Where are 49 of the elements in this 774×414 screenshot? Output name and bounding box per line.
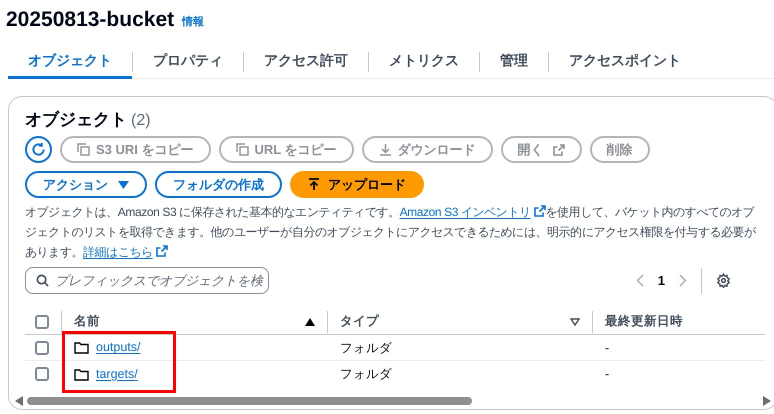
upload-icon bbox=[308, 178, 320, 191]
external-link-icon bbox=[552, 144, 565, 156]
page-number[interactable]: 1 bbox=[658, 270, 665, 290]
upload-button[interactable]: アップロード bbox=[290, 171, 424, 198]
horizontal-scrollbar[interactable] bbox=[15, 395, 771, 407]
next-page-icon[interactable] bbox=[679, 274, 687, 287]
external-link-icon bbox=[534, 205, 546, 217]
column-header[interactable]: 名前 bbox=[74, 312, 100, 331]
modified-cell: - bbox=[605, 367, 610, 381]
download-icon bbox=[378, 143, 392, 156]
help-link[interactable]: 詳細はこちら bbox=[83, 245, 168, 259]
checkbox[interactable] bbox=[35, 367, 49, 381]
tab[interactable]: 管理 bbox=[480, 46, 548, 78]
previous-page-icon[interactable] bbox=[636, 274, 644, 287]
column-header[interactable]: 最終更新日時 bbox=[605, 312, 683, 331]
modified-cell: - bbox=[605, 340, 610, 354]
column-header[interactable]: タイプ bbox=[340, 312, 379, 331]
folder-icon bbox=[74, 341, 89, 354]
type-cell: フォルダ bbox=[340, 340, 392, 354]
caret-icon bbox=[118, 180, 129, 188]
copy-icon bbox=[77, 143, 90, 156]
object-count: (2) bbox=[131, 111, 151, 131]
settings-icon[interactable] bbox=[716, 273, 731, 288]
scroll-left-icon[interactable] bbox=[15, 396, 23, 406]
refresh-icon bbox=[31, 142, 46, 157]
folder-link[interactable]: targets/ bbox=[96, 364, 138, 384]
info-link[interactable]: 情報 bbox=[182, 14, 204, 30]
description-text: オブジェクトは、Amazon S3 に保存された基本的なエンティティです。Amazon S3 インベントリ を使用して、バケット内のすべてのオブジェクトのリストを取得できます。他のユーザーが自分のオブジェクトにアクセスできるためには、明示的にアクセス権限を付与する必要があります。詳細はこちら bbox=[25, 204, 757, 261]
create-folder-button[interactable]: フォルダの作成 bbox=[155, 171, 282, 198]
refresh-button[interactable] bbox=[25, 136, 52, 163]
folder-link[interactable]: outputs/ bbox=[96, 338, 140, 357]
type-cell: フォルダ bbox=[340, 367, 392, 381]
search-field[interactable]: プレフィックスでオブジェクトを検 bbox=[25, 267, 269, 294]
scroll-right-icon[interactable] bbox=[763, 396, 771, 406]
tab[interactable]: アクセスポイント bbox=[549, 46, 701, 78]
tab[interactable]: プロパティ bbox=[133, 46, 243, 78]
panel-title: オブジェクト bbox=[25, 109, 127, 131]
tab[interactable]: メトリクス bbox=[369, 46, 479, 78]
copy-icon bbox=[236, 143, 249, 156]
bucket-title: 20250813-bucket bbox=[6, 7, 174, 34]
external-link-icon bbox=[156, 245, 168, 257]
tab[interactable]: オブジェクト bbox=[8, 46, 132, 78]
search-icon bbox=[36, 274, 49, 287]
checkbox[interactable] bbox=[35, 314, 49, 328]
actions-dropdown[interactable]: アクション bbox=[25, 171, 147, 198]
tab[interactable]: アクセス許可 bbox=[244, 46, 368, 78]
checkbox[interactable] bbox=[35, 340, 49, 354]
folder-icon bbox=[74, 368, 89, 380]
help-link[interactable]: Amazon S3 インベントリ bbox=[400, 205, 546, 219]
